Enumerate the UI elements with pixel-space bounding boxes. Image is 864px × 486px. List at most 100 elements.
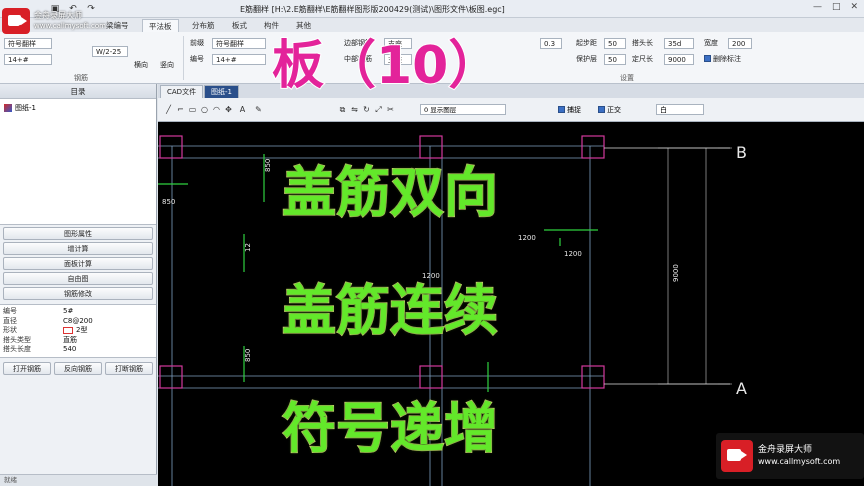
ribbon-separator	[183, 36, 184, 80]
width-label: 宽度	[704, 39, 718, 47]
ratio-input[interactable]: 0.3	[540, 38, 562, 49]
prop-row: 编号 5#	[3, 307, 74, 315]
recorder-icon	[2, 8, 30, 34]
drawing-tree: 图纸-1	[0, 99, 156, 225]
move-tool-icon[interactable]: ✥	[224, 105, 233, 114]
recorder-logo: 金舟录屏大师 www.callmysoft.com	[0, 0, 120, 40]
snap-toggle[interactable]: 捕捉	[558, 105, 581, 116]
dim-label: 1200	[518, 234, 536, 242]
ribbon-tabs: 梁编号 平法板 分布筋 板式 构件 其他	[0, 18, 864, 32]
prop-row: 搭头长度 540	[3, 345, 77, 353]
color-select[interactable]: 白	[656, 104, 704, 115]
anchor-length-label: 搭头长	[632, 39, 653, 47]
tab-cad-file[interactable]: CAD文件	[160, 85, 204, 98]
tab-slab-type[interactable]: 板式	[226, 19, 253, 32]
line-tool-icon[interactable]: ╱	[164, 105, 173, 114]
cad-canvas[interactable]: B A 850 850 1200 9000 1200 1200 12 850	[158, 122, 864, 486]
drawing-icon	[4, 104, 12, 112]
app-window: ▣ ↶ ↷ E筋翻样 [H:\2.E筋翻样\E筋翻样图形版20042​9(测试)…	[0, 0, 864, 486]
tree-header: 目录	[0, 84, 156, 99]
overlay-line-1: 盖筋双向	[281, 161, 499, 225]
delete-mark-label: 删除标注	[713, 55, 741, 63]
fixed-length-input[interactable]: 9000	[664, 54, 694, 65]
symbol-type-select[interactable]: 符号翻样	[212, 38, 266, 49]
status-bar: 就绪	[0, 474, 157, 486]
dim-label: 9000	[672, 264, 680, 282]
recorder-watermark: 金舟录屏大师 www.callmysoft.com	[716, 433, 864, 479]
prop-row: 形状 2型	[3, 326, 88, 336]
maximize-button[interactable]: □	[832, 2, 841, 12]
tab-slab[interactable]: 平法板	[142, 19, 179, 32]
polyline-tool-icon[interactable]: ⌐	[176, 105, 185, 114]
left-number-select[interactable]: 14+#	[4, 54, 52, 65]
draw-vertical-button[interactable]: 竖向	[160, 60, 174, 71]
panel-calc-button[interactable]: 面板计算	[3, 257, 153, 270]
recorder-brand: 金舟录屏大师	[34, 11, 82, 20]
mirror-tool-icon[interactable]: ⇋	[350, 105, 359, 114]
tab-other[interactable]: 其他	[290, 19, 317, 32]
property-table: 编号 5# 直径 C8@200 形状 2型 搭头类型 直筋 搭头长度 540	[0, 304, 156, 358]
draw-horizontal-button[interactable]: 横向	[134, 60, 148, 71]
prop-row: 直径 C8@200	[3, 316, 93, 325]
title-bar: ▣ ↶ ↷ E筋翻样 [H:\2.E筋翻样\E筋翻样图形版20042​9(测试)…	[0, 0, 864, 18]
rotate-tool-icon[interactable]: ↻	[362, 105, 371, 114]
dim-label: 1200	[564, 250, 582, 258]
overlay-line-2: 盖筋连续	[281, 279, 499, 343]
direction-input[interactable]: W/2-25	[92, 46, 128, 57]
axis-label-b: B	[736, 143, 747, 162]
number-input[interactable]: 14+#	[212, 54, 266, 65]
graphic-properties-button[interactable]: 图形属性	[3, 227, 153, 240]
cover-input[interactable]: 50	[604, 54, 626, 65]
window-controls: — □ ✕	[813, 2, 858, 12]
arc-tool-icon[interactable]: ◠	[212, 105, 221, 114]
dim-label: 850	[244, 349, 252, 362]
reverse-rebar-button[interactable]: 反向钢筋	[54, 361, 102, 375]
snap-check-icon	[558, 106, 565, 113]
start-distance-input[interactable]: 50	[604, 38, 626, 49]
prop-row: 搭头类型 直筋	[3, 335, 77, 344]
tree-item-drawing[interactable]: 图纸-1	[4, 103, 152, 113]
group-label-settings: 设置	[620, 74, 634, 82]
number-label: 编号	[190, 55, 204, 63]
tab-component[interactable]: 构件	[258, 19, 285, 32]
left-panel: 目录 图纸-1 图形属性 增计算 面板计算 自由图 钢筋修改 编号 5# 直径 C8…	[0, 84, 157, 486]
delete-mark-checkbox[interactable]: 删除标注	[704, 54, 741, 65]
open-rebar-button[interactable]: 打开钢筋	[3, 361, 51, 375]
tree-item-label: 图纸-1	[15, 104, 36, 112]
circle-tool-icon[interactable]: ○	[200, 105, 209, 114]
watermark-url: www.callmysoft.com	[758, 457, 841, 466]
modify-rebar-button[interactable]: 钢筋修改	[3, 287, 153, 300]
prefix-label: 前缀	[190, 39, 204, 47]
layer-select[interactable]: 0 显示图层	[420, 104, 506, 115]
free-drawing-button[interactable]: 自由图	[3, 272, 153, 285]
rebar-action-buttons: 打开钢筋 反向钢筋 打断钢筋	[0, 358, 156, 379]
shape-swatch-icon	[63, 327, 73, 335]
group-label-rebar: 钢筋	[74, 74, 88, 82]
width-input[interactable]: 200	[728, 38, 752, 49]
shape-value[interactable]: 2型	[63, 326, 87, 336]
recorder-icon	[721, 440, 753, 472]
delete-mark-check-icon	[704, 55, 711, 62]
add-calc-button[interactable]: 增计算	[3, 242, 153, 255]
watermark-brand: 金舟录屏大师	[758, 445, 813, 455]
rectangle-tool-icon[interactable]: ▭	[188, 105, 197, 114]
copy-tool-icon[interactable]: ⧉	[338, 105, 347, 114]
camera-icon	[8, 15, 27, 30]
anchor-length-input[interactable]: 35d	[664, 38, 694, 49]
brush-tool-icon[interactable]: ✎	[254, 105, 263, 114]
overlay-title: 板（10）	[271, 35, 501, 97]
minimize-button[interactable]: —	[813, 2, 822, 12]
tab-drawing-1[interactable]: 图纸-1	[204, 85, 239, 98]
close-button[interactable]: ✕	[850, 2, 858, 12]
cover-label: 保护层	[576, 55, 597, 63]
tab-distribution[interactable]: 分布筋	[186, 19, 221, 32]
trim-tool-icon[interactable]: ✂	[386, 105, 395, 114]
scale-tool-icon[interactable]: ⤢	[374, 105, 383, 114]
cad-drawing: B A 850 850 1200 9000 1200 1200 12 850	[158, 135, 747, 486]
ortho-toggle[interactable]: 正交	[598, 105, 621, 116]
dim-label: 850	[162, 198, 175, 206]
overlay-line-3: 符号递增	[281, 397, 499, 461]
start-distance-label: 起步距	[576, 39, 597, 47]
break-rebar-button[interactable]: 打断钢筋	[105, 361, 153, 375]
text-tool-icon[interactable]: A	[238, 105, 247, 114]
